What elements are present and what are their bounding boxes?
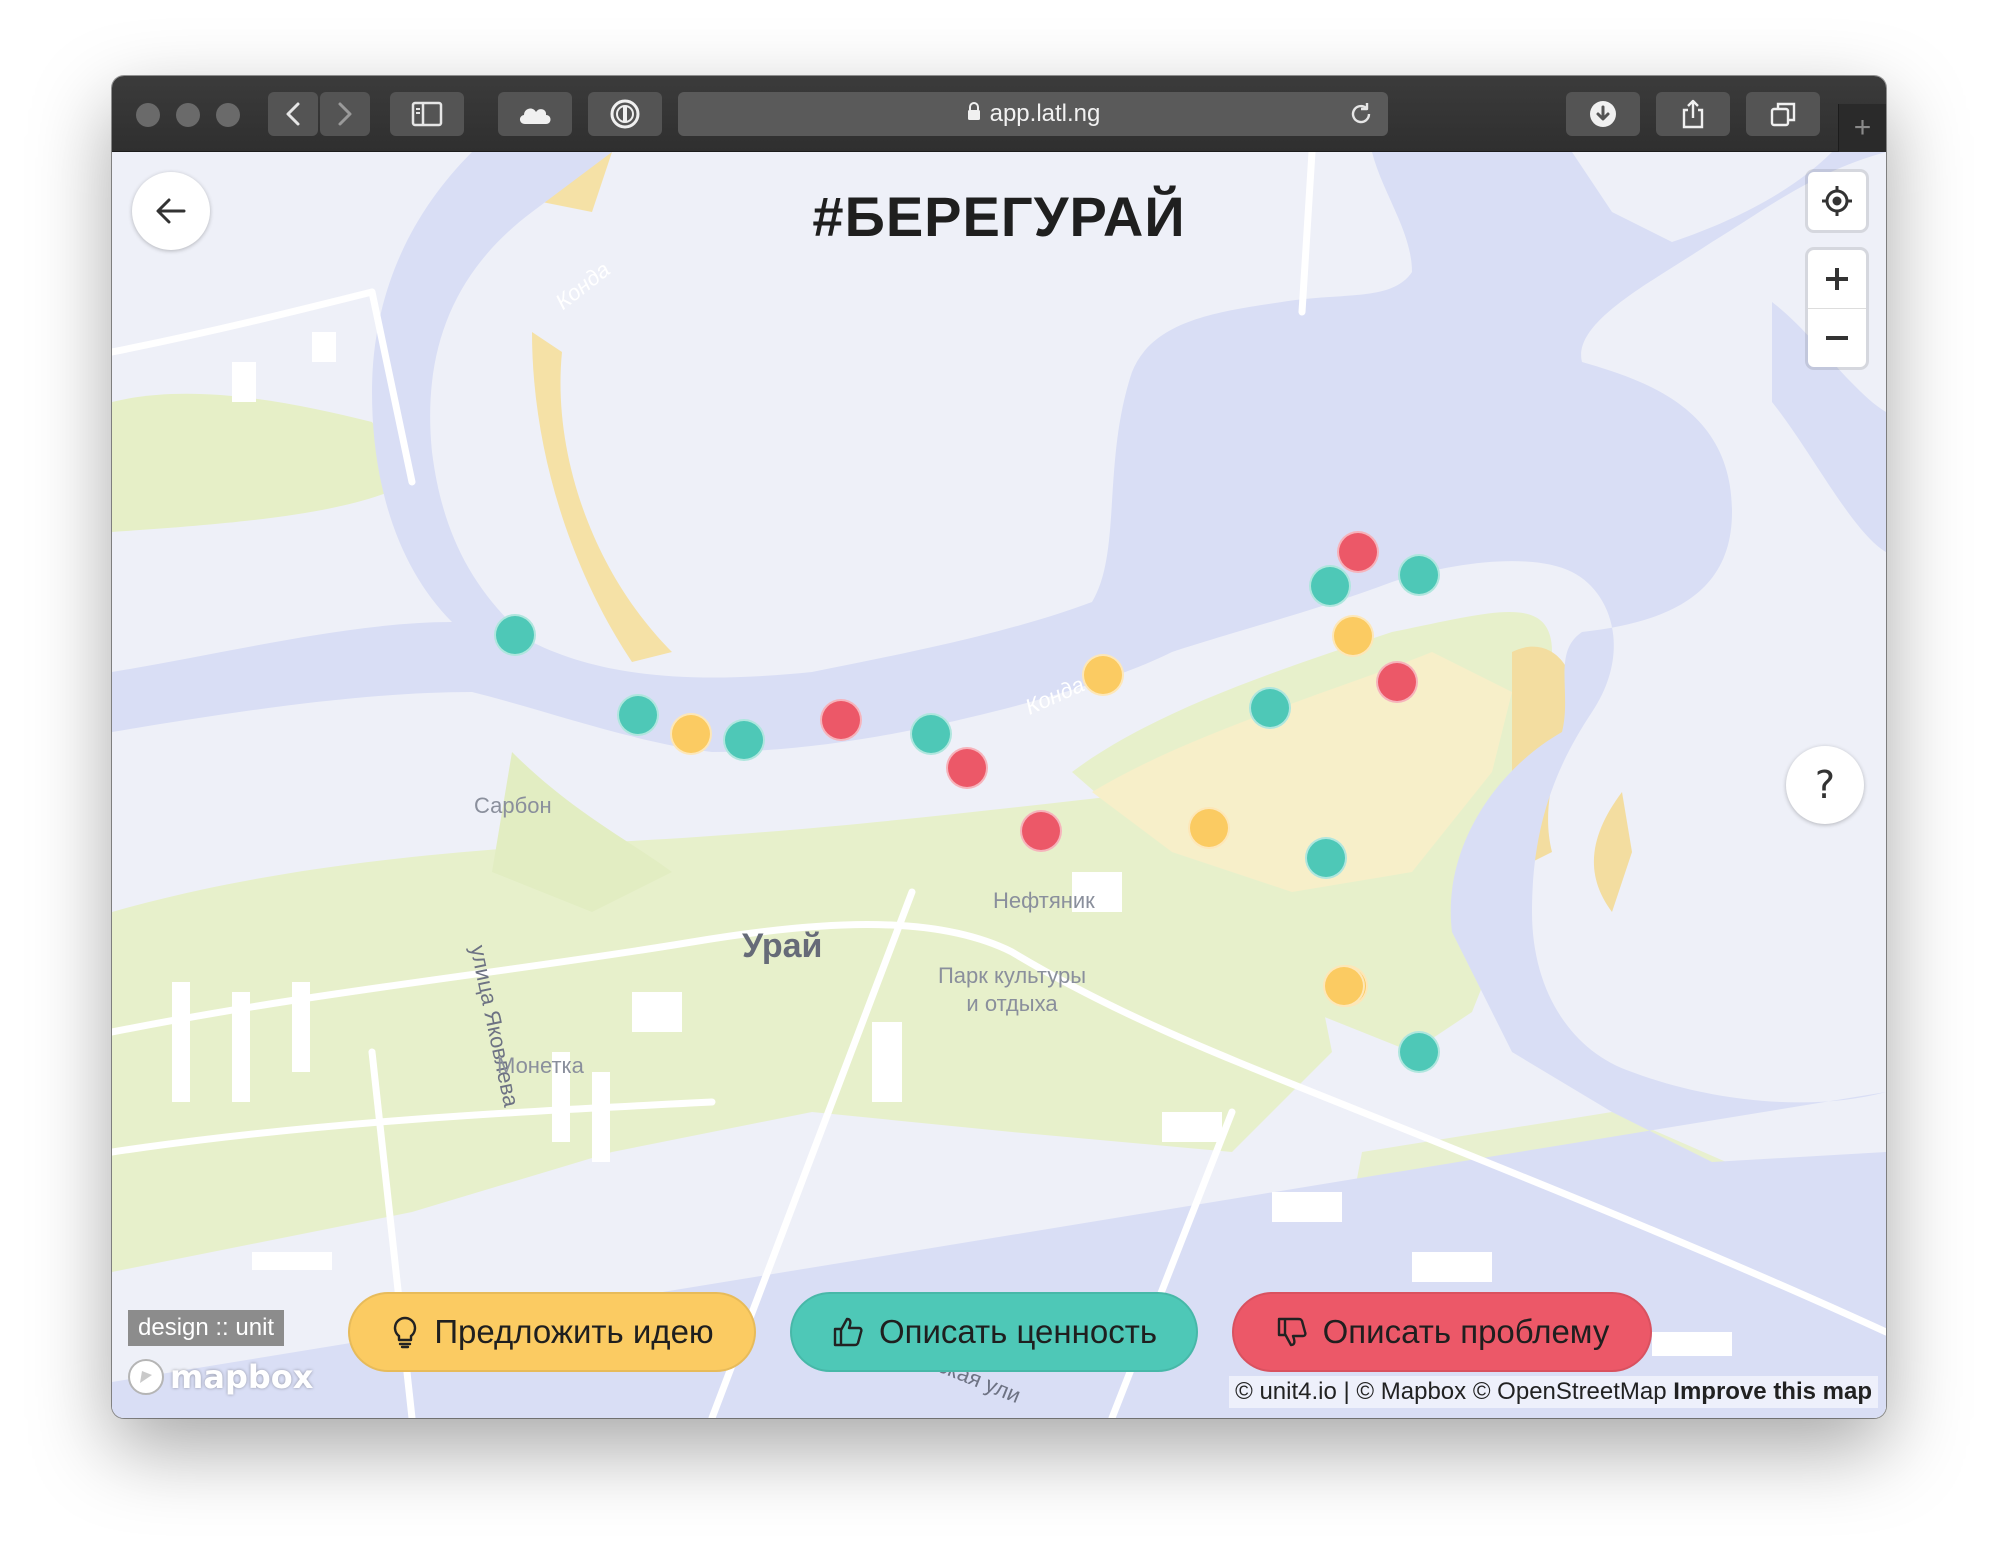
attribution-text[interactable]: © unit4.io | © Mapbox © OpenStreetMap — [1235, 1378, 1667, 1405]
poi-park-label-line1: Парк культуры — [922, 962, 1102, 990]
back-button[interactable] — [268, 92, 318, 136]
describe-value-button[interactable]: Описать ценность — [790, 1292, 1198, 1372]
map-view[interactable]: Конда Конда Сарбон Нефтяник Урай Парк ку… — [112, 152, 1886, 1418]
map-marker-idea[interactable] — [1332, 615, 1374, 657]
thumbs-down-icon — [1275, 1315, 1309, 1349]
url-text: app.latl.ng — [990, 100, 1101, 128]
map-marker-value[interactable] — [1305, 837, 1347, 879]
back-button[interactable] — [132, 172, 210, 250]
browser-toolbar: app.latl.ng + — [112, 76, 1886, 152]
plus-icon — [1824, 266, 1850, 292]
tab-overview-button[interactable] — [1746, 92, 1820, 136]
describe-value-label: Описать ценность — [879, 1313, 1157, 1351]
thumbs-up-icon — [831, 1315, 865, 1349]
map-marker-problem[interactable] — [1376, 661, 1418, 703]
tabs-icon — [1769, 100, 1797, 128]
crosshair-icon — [1820, 184, 1854, 218]
poi-park-label: Парк культуры и отдыха — [922, 962, 1102, 1018]
poi-stadium-label: Нефтяник — [993, 887, 1095, 915]
lock-icon — [966, 100, 982, 128]
downloads-button[interactable] — [1566, 92, 1640, 136]
geolocate-button[interactable] — [1808, 172, 1866, 230]
map-marker-problem[interactable] — [820, 699, 862, 741]
map-marker-value[interactable] — [617, 694, 659, 736]
map-marker-idea[interactable] — [670, 713, 712, 755]
describe-problem-label: Описать проблему — [1323, 1313, 1610, 1351]
sidebar-button[interactable] — [390, 92, 464, 136]
map-marker-value[interactable] — [494, 614, 536, 656]
poi-restaurant-label: Сарбон — [474, 792, 552, 820]
arrow-left-icon — [154, 196, 188, 226]
chevron-right-icon — [336, 101, 354, 127]
poi-park-label-line2: и отдыха — [922, 990, 1102, 1018]
map-marker-value[interactable] — [1398, 554, 1440, 596]
page-title: #БЕРЕГУРАЙ — [112, 184, 1886, 249]
reload-icon[interactable] — [1348, 101, 1374, 134]
city-label: Урай — [742, 932, 822, 960]
suggest-idea-label: Предложить идею — [434, 1313, 713, 1351]
mapbox-icon — [126, 1357, 166, 1397]
close-window-button[interactable] — [136, 103, 160, 127]
map-marker-problem[interactable] — [1020, 810, 1062, 852]
minus-icon — [1824, 325, 1850, 351]
icloud-tabs-button[interactable] — [498, 92, 572, 136]
help-button[interactable]: ? — [1786, 746, 1864, 824]
describe-problem-button[interactable]: Описать проблему — [1232, 1292, 1652, 1372]
map-base-layer — [112, 152, 1886, 1418]
onepassword-icon — [609, 98, 641, 130]
zoom-window-button[interactable] — [216, 103, 240, 127]
browser-window: app.latl.ng + — [112, 76, 1886, 1418]
forward-button[interactable] — [320, 92, 370, 136]
share-button[interactable] — [1656, 92, 1730, 136]
zoom-in-button[interactable] — [1808, 250, 1866, 308]
improve-map-link[interactable]: Improve this map — [1673, 1378, 1872, 1405]
chevron-left-icon — [284, 101, 302, 127]
minimize-window-button[interactable] — [176, 103, 200, 127]
zoom-out-button[interactable] — [1808, 308, 1866, 366]
poi-shop-label: Монетка — [497, 1052, 584, 1080]
map-attribution: © unit4.io | © Mapbox © OpenStreetMap Im… — [1229, 1376, 1878, 1408]
mapbox-wordmark: mapbox — [170, 1358, 313, 1396]
map-marker-problem[interactable] — [1337, 531, 1379, 573]
cloud-icon — [516, 101, 554, 127]
new-tab-button[interactable]: + — [1838, 104, 1886, 152]
address-bar[interactable]: app.latl.ng — [678, 92, 1388, 136]
geolocate-control[interactable] — [1808, 172, 1866, 230]
password-manager-button[interactable] — [588, 92, 662, 136]
mapbox-logo[interactable]: mapbox — [126, 1356, 313, 1398]
design-unit-logo: design :: unit — [128, 1310, 284, 1346]
suggest-idea-button[interactable]: Предложить идею — [348, 1292, 756, 1372]
download-icon — [1588, 99, 1618, 129]
zoom-control — [1808, 250, 1866, 367]
share-icon — [1679, 98, 1707, 130]
sidebar-icon — [411, 101, 443, 127]
lightbulb-icon — [390, 1315, 420, 1349]
